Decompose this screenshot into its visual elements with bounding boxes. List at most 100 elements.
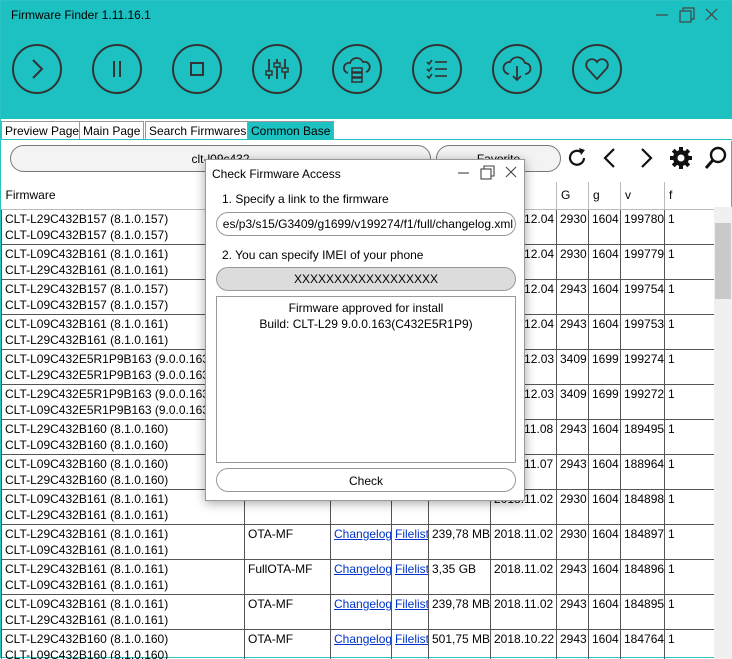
app-title: Firmware Finder 1.11.16.1: [11, 8, 151, 22]
changelog-link-text[interactable]: Changelog: [334, 527, 392, 541]
heart-icon[interactable]: [572, 44, 622, 94]
result-build: Build: CLT-L29 9.0.0.163(C432E5R1P9): [217, 316, 515, 332]
pause-icon[interactable]: [92, 44, 142, 94]
g-cell: 1604: [589, 209, 621, 244]
tab-preview-page[interactable]: Preview Page: [1, 121, 83, 140]
size-cell: 239,78 MB: [429, 524, 491, 559]
column-header[interactable]: G: [557, 182, 589, 209]
g-cell: 1604: [589, 314, 621, 349]
minimize-button[interactable]: [651, 5, 673, 25]
forward-icon[interactable]: [633, 145, 659, 171]
changelog-link[interactable]: Changelog: [331, 524, 392, 559]
G-cell: 2930: [557, 244, 589, 279]
filelist-link-text[interactable]: Filelist: [395, 562, 429, 576]
firmware-name: CLT-L29C432B161 (8.1.0.161): [5, 507, 244, 523]
G-cell: 3409: [557, 384, 589, 419]
firmware-link-label: 1. Specify a link to the firmware: [222, 192, 389, 206]
filelist-link[interactable]: Filelist: [392, 559, 429, 594]
g-cell: 1604: [589, 419, 621, 454]
scrollbar-thumb[interactable]: [715, 223, 731, 299]
filelist-link-text[interactable]: Filelist: [395, 632, 429, 646]
type-cell: OTA-MF: [245, 524, 331, 559]
firmware-cell: CLT-L29C432B161 (8.1.0.161)CLT-L09C432B1…: [2, 524, 245, 559]
close-button[interactable]: [701, 5, 723, 25]
tab-main-page[interactable]: Main Page: [79, 121, 144, 140]
imei-input[interactable]: XXXXXXXXXXXXXXXXXX: [216, 267, 516, 291]
check-firmware-dialog: Check Firmware Access 1. Specify a link …: [205, 159, 525, 501]
v-cell: 184897: [621, 524, 665, 559]
changelog-link[interactable]: Changelog: [331, 559, 392, 594]
dialog-close-button[interactable]: [502, 164, 522, 182]
G-cell: 3409: [557, 349, 589, 384]
v-cell: 199272: [621, 384, 665, 419]
table-row[interactable]: CLT-L09C432B161 (8.1.0.161)CLT-L29C432B1…: [2, 594, 715, 629]
search-icon[interactable]: [703, 145, 729, 171]
app-window: Firmware Finder 1.11.16.1: [0, 0, 732, 658]
G-cell: 2930: [557, 489, 589, 524]
cloud-download-icon[interactable]: [492, 44, 542, 94]
v-cell: 199780: [621, 209, 665, 244]
check-button[interactable]: Check: [216, 468, 516, 492]
filelist-link[interactable]: Filelist: [392, 524, 429, 559]
G-cell: 2943: [557, 594, 589, 629]
v-cell: 184898: [621, 489, 665, 524]
firmware-name: CLT-L29C432B160 (8.1.0.160): [5, 631, 244, 647]
changelog-link[interactable]: Changelog: [331, 629, 392, 659]
firmware-name: CLT-L29C432B161 (8.1.0.161): [5, 526, 244, 542]
v-cell: 199753: [621, 314, 665, 349]
title-bar: Firmware Finder 1.11.16.1: [1, 1, 732, 31]
filelist-link-text[interactable]: Filelist: [395, 597, 429, 611]
filelist-link-text[interactable]: Filelist: [395, 527, 429, 541]
v-cell: 199779: [621, 244, 665, 279]
filelist-link[interactable]: Filelist: [392, 594, 429, 629]
firmware-cell: CLT-L29C432B160 (8.1.0.160)CLT-L09C432B1…: [2, 629, 245, 659]
tab-common-base[interactable]: Common Base: [247, 121, 334, 140]
changelog-link-text[interactable]: Changelog: [334, 597, 392, 611]
g-cell: 1604: [589, 629, 621, 659]
g-cell: 1604: [589, 244, 621, 279]
dialog-maximize-button[interactable]: [478, 164, 498, 182]
dialog-minimize-button[interactable]: [454, 164, 474, 182]
maximize-button[interactable]: [676, 5, 698, 25]
size-cell: 239,78 MB: [429, 594, 491, 629]
firmware-link-input[interactable]: es/p3/s15/G3409/g1699/v199274/f1/full/ch…: [216, 212, 516, 236]
g-cell: 1604: [589, 524, 621, 559]
g-cell: 1604: [589, 594, 621, 629]
refresh-icon[interactable]: [564, 145, 590, 171]
column-header[interactable]: g: [589, 182, 621, 209]
type-cell: OTA-MF: [245, 594, 331, 629]
firmware-cell: CLT-L29C432B161 (8.1.0.161)CLT-L09C432B1…: [2, 559, 245, 594]
dialog-title: Check Firmware Access: [212, 167, 341, 181]
changelog-link[interactable]: Changelog: [331, 594, 392, 629]
changelog-link-text[interactable]: Changelog: [334, 632, 392, 646]
size-cell: 501,75 MB: [429, 629, 491, 659]
v-cell: 188964: [621, 454, 665, 489]
play-icon[interactable]: [12, 44, 62, 94]
table-row[interactable]: CLT-L29C432B160 (8.1.0.160)CLT-L09C432B1…: [2, 629, 715, 659]
firmware-name: CLT-L09C432B160 (8.1.0.160): [5, 647, 244, 659]
checklist-icon[interactable]: [412, 44, 462, 94]
imei-label: 2. You can specify IMEI of your phone: [222, 248, 423, 262]
back-icon[interactable]: [597, 145, 623, 171]
sliders-icon[interactable]: [252, 44, 302, 94]
f-cell: 1: [665, 524, 715, 559]
filelist-link[interactable]: Filelist: [392, 629, 429, 659]
result-status: Firmware approved for install: [217, 300, 515, 316]
settings-icon[interactable]: [668, 145, 694, 171]
v-cell: 184895: [621, 594, 665, 629]
firmware-name: CLT-L09C432B161 (8.1.0.161): [5, 577, 244, 593]
cloud-server-icon[interactable]: [332, 44, 382, 94]
table-row[interactable]: CLT-L29C432B161 (8.1.0.161)CLT-L09C432B1…: [2, 524, 715, 559]
tab-search-firmwares[interactable]: Search Firmwares: [145, 121, 250, 140]
f-cell: 1: [665, 629, 715, 659]
column-header[interactable]: f: [665, 182, 715, 209]
G-cell: 2943: [557, 419, 589, 454]
g-cell: 1604: [589, 489, 621, 524]
v-cell: 199754: [621, 279, 665, 314]
firmware-cell: CLT-L09C432B161 (8.1.0.161)CLT-L29C432B1…: [2, 594, 245, 629]
table-row[interactable]: CLT-L29C432B161 (8.1.0.161)CLT-L09C432B1…: [2, 559, 715, 594]
stop-icon[interactable]: [172, 44, 222, 94]
column-header[interactable]: v: [621, 182, 665, 209]
type-cell: OTA-MF: [245, 629, 331, 659]
changelog-link-text[interactable]: Changelog: [334, 562, 392, 576]
